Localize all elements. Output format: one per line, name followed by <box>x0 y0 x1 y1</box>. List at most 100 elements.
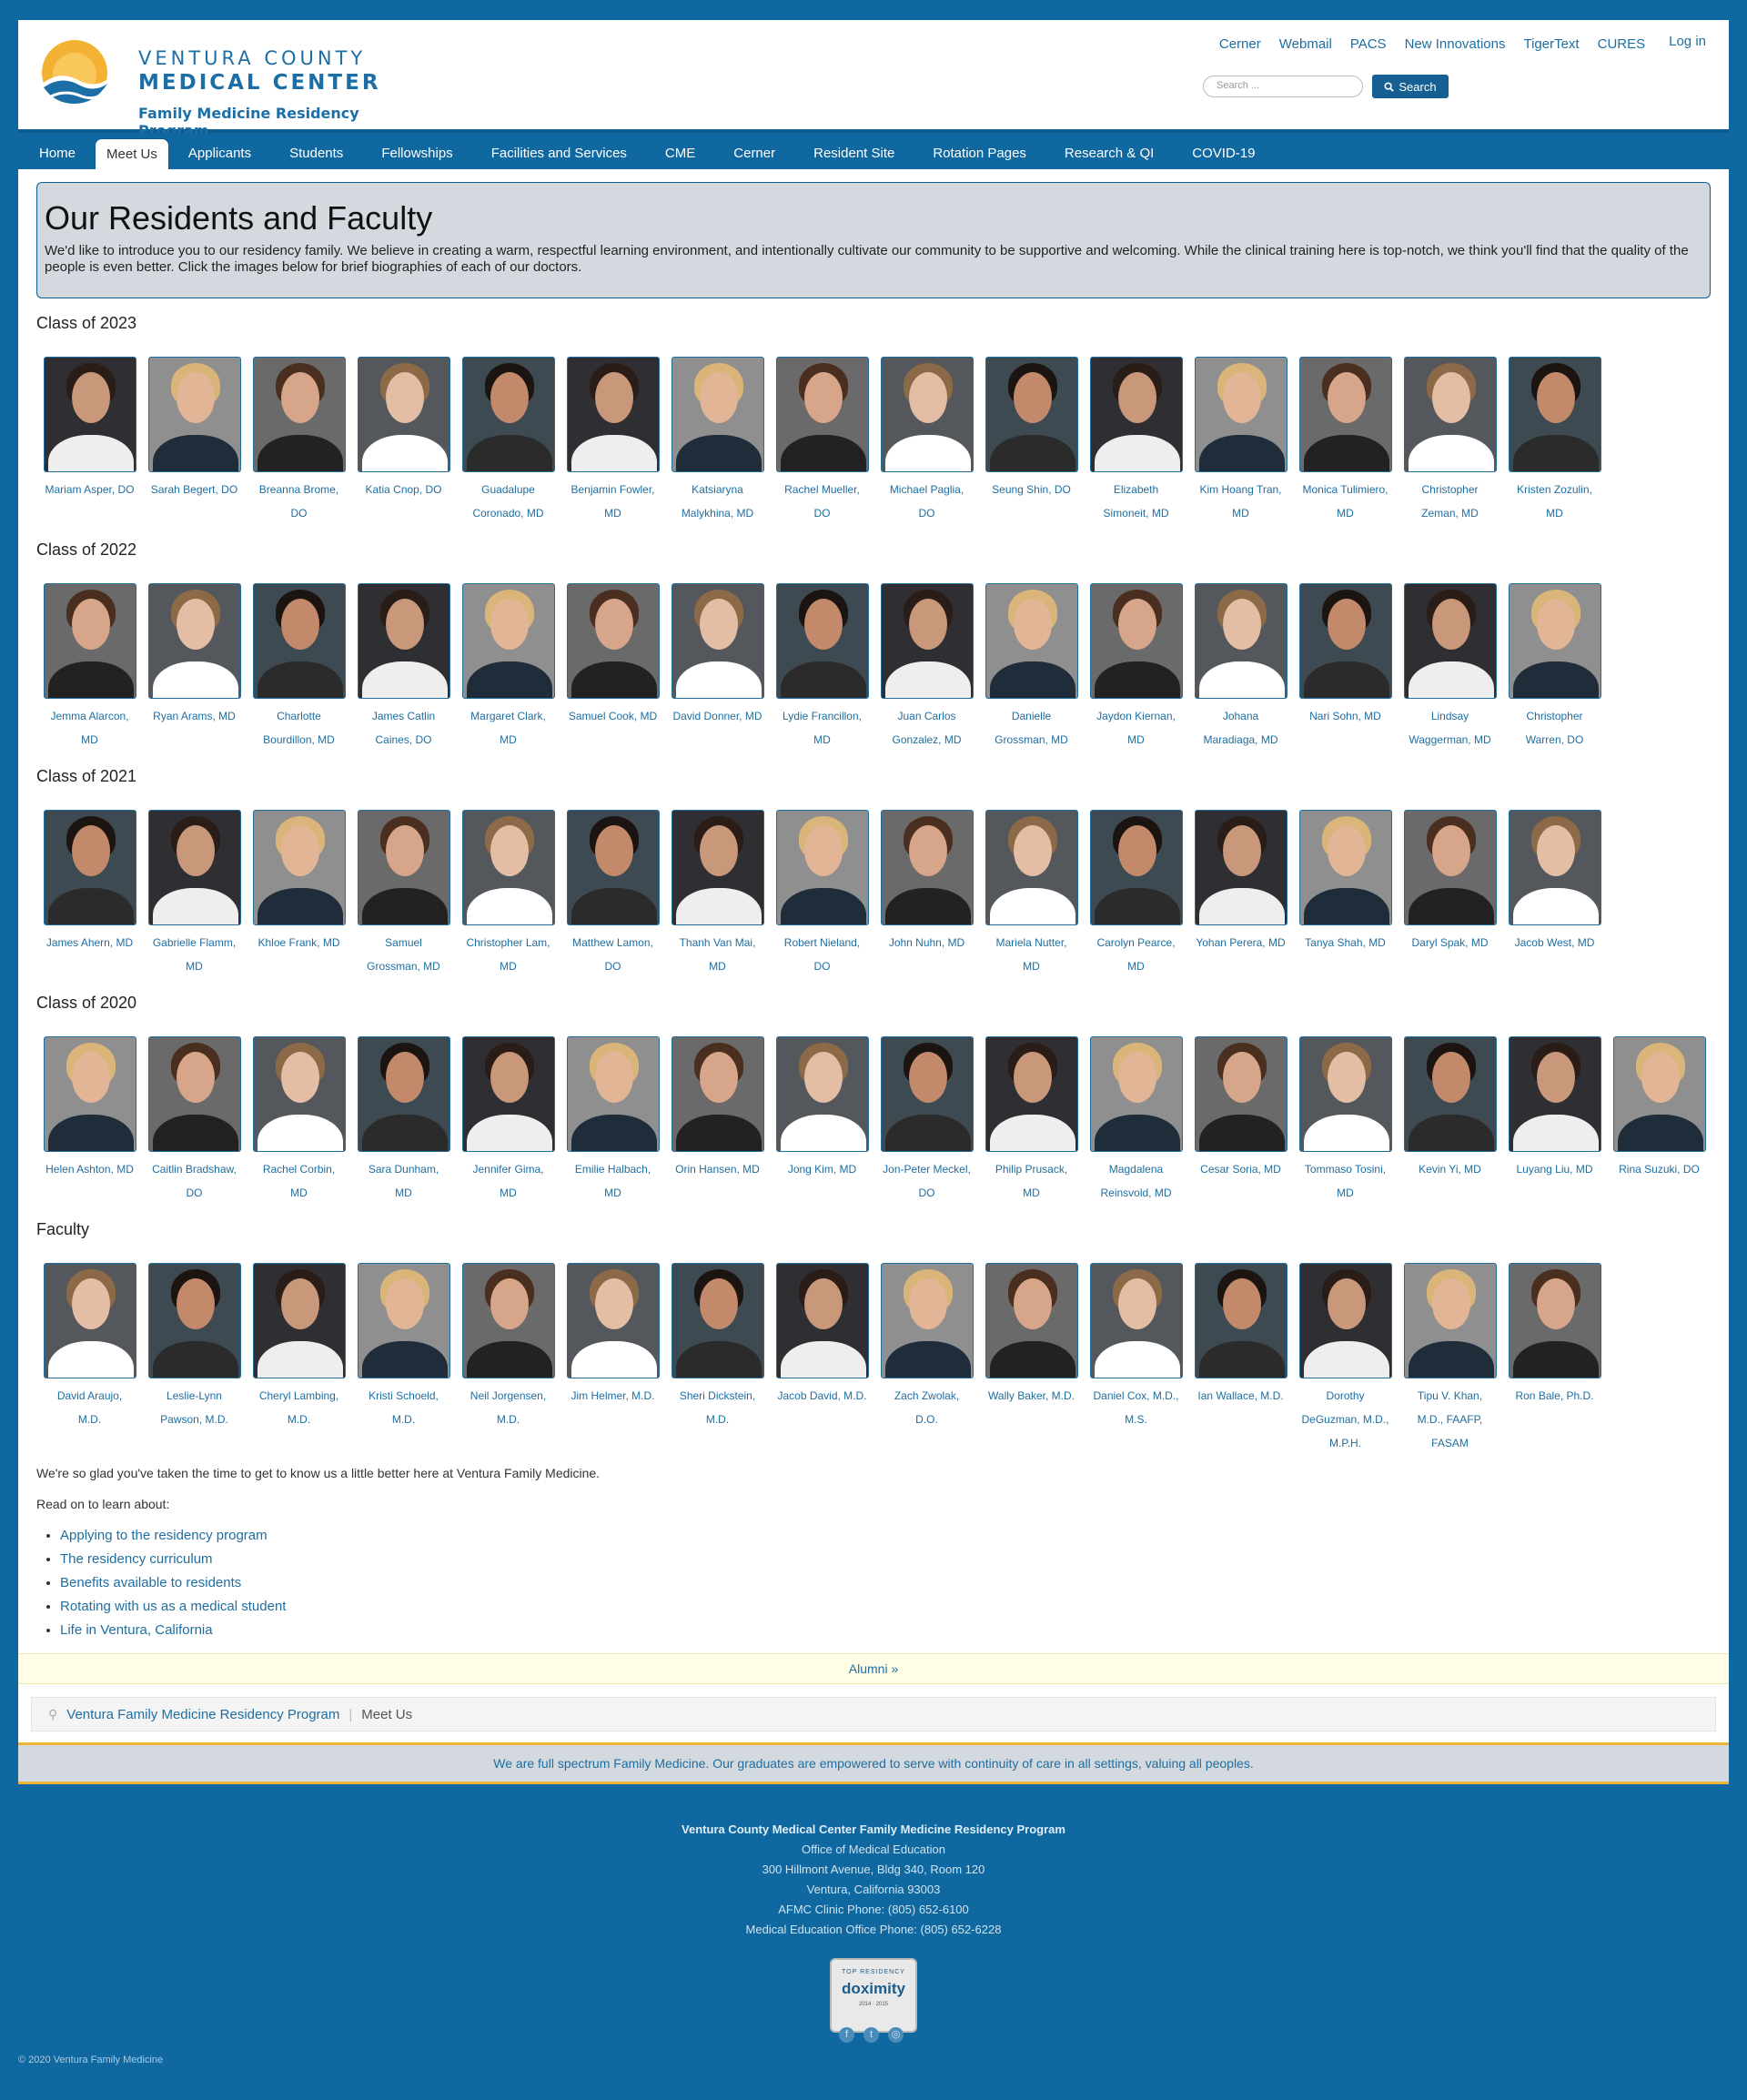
person-card[interactable]: Jacob David, M.D. <box>775 1263 869 1455</box>
person-card[interactable]: Samuel Cook, MD <box>566 583 660 752</box>
person-photo[interactable] <box>1194 1036 1288 1152</box>
person-card[interactable]: Luyang Liu, MD <box>1508 1036 1601 1205</box>
person-card[interactable]: Christopher Warren, DO <box>1508 583 1601 752</box>
person-name[interactable]: John Nuhn, MD <box>880 931 974 954</box>
person-card[interactable]: Sheri Dickstein, M.D. <box>671 1263 764 1455</box>
person-name[interactable]: Katsiaryna Malykhina, MD <box>671 478 764 525</box>
person-photo[interactable] <box>985 810 1078 925</box>
person-card[interactable]: Lindsay Waggerman, MD <box>1403 583 1497 752</box>
person-photo[interactable] <box>1508 357 1601 472</box>
person-photo[interactable] <box>671 810 764 925</box>
nav-item[interactable]: Fellowships <box>362 138 471 169</box>
breadcrumb-root[interactable]: Ventura Family Medicine Residency Progra… <box>66 1707 339 1722</box>
person-name[interactable]: Jennifer Gima, MD <box>461 1157 555 1205</box>
person-photo[interactable] <box>357 810 450 925</box>
person-photo[interactable] <box>985 583 1078 699</box>
person-name[interactable]: Lydie Francillon, MD <box>775 704 869 752</box>
person-name[interactable]: Sarah Begert, DO <box>147 478 241 501</box>
person-name[interactable]: Ian Wallace, M.D. <box>1194 1384 1288 1408</box>
person-card[interactable]: David Donner, MD <box>671 583 764 752</box>
person-photo[interactable] <box>1194 357 1288 472</box>
person-card[interactable]: Jon-Peter Meckel, DO <box>880 1036 974 1205</box>
person-card[interactable]: James Ahern, MD <box>43 810 136 978</box>
alumni-link[interactable]: Alumni » <box>849 1661 898 1676</box>
person-photo[interactable] <box>1508 1036 1601 1152</box>
person-name[interactable]: Thanh Van Mai, MD <box>671 931 764 978</box>
person-photo[interactable] <box>671 357 764 472</box>
instagram-icon[interactable]: ◎ <box>888 2027 904 2043</box>
person-name[interactable]: Guadalupe Coronado, MD <box>461 478 555 525</box>
person-photo[interactable] <box>461 810 555 925</box>
twitter-icon[interactable]: t <box>863 2027 879 2043</box>
person-name[interactable]: Rina Suzuki, DO <box>1612 1157 1706 1181</box>
person-photo[interactable] <box>43 357 136 472</box>
person-photo[interactable] <box>147 1036 241 1152</box>
person-card[interactable]: Philip Prusack, MD <box>985 1036 1078 1205</box>
person-name[interactable]: Jacob David, M.D. <box>775 1384 869 1408</box>
top-link-cures[interactable]: CURES <box>1598 36 1646 52</box>
person-name[interactable]: Jong Kim, MD <box>775 1157 869 1181</box>
nav-item[interactable]: Meet Us <box>95 138 169 169</box>
person-card[interactable]: Juan Carlos Gonzalez, MD <box>880 583 974 752</box>
person-card[interactable]: Lydie Francillon, MD <box>775 583 869 752</box>
nav-item[interactable]: Applicants <box>169 138 270 169</box>
nav-item[interactable]: CME <box>646 138 714 169</box>
nav-item[interactable]: Rotation Pages <box>914 138 1045 169</box>
person-photo[interactable] <box>566 1036 660 1152</box>
doximity-badge[interactable]: TOP RESIDENCY doximity 2014 · 2015 <box>830 1958 917 2033</box>
person-name[interactable]: Margaret Clark, MD <box>461 704 555 752</box>
person-card[interactable]: Daryl Spak, MD <box>1403 810 1497 978</box>
person-photo[interactable] <box>147 357 241 472</box>
search-button[interactable]: Search <box>1372 75 1449 98</box>
person-card[interactable]: Mariam Asper, DO <box>43 357 136 525</box>
nav-item[interactable]: Students <box>270 138 362 169</box>
person-name[interactable]: Christopher Zeman, MD <box>1403 478 1497 525</box>
person-card[interactable]: Michael Paglia, DO <box>880 357 974 525</box>
person-name[interactable]: Helen Ashton, MD <box>43 1157 136 1181</box>
person-photo[interactable] <box>147 583 241 699</box>
person-card[interactable]: Carolyn Pearce, MD <box>1089 810 1183 978</box>
person-photo[interactable] <box>985 1263 1078 1378</box>
person-card[interactable]: James Catlin Caines, DO <box>357 583 450 752</box>
person-photo[interactable] <box>461 583 555 699</box>
person-name[interactable]: Kristi Schoeld, M.D. <box>357 1384 450 1431</box>
person-name[interactable]: David Donner, MD <box>671 704 764 728</box>
person-card[interactable]: Guadalupe Coronado, MD <box>461 357 555 525</box>
person-name[interactable]: Leslie-Lynn Pawson, M.D. <box>147 1384 241 1431</box>
person-name[interactable]: Mariam Asper, DO <box>43 478 136 501</box>
person-card[interactable]: Kristi Schoeld, M.D. <box>357 1263 450 1455</box>
person-photo[interactable] <box>43 1036 136 1152</box>
person-card[interactable]: Danielle Grossman, MD <box>985 583 1078 752</box>
person-photo[interactable] <box>985 1036 1078 1152</box>
person-card[interactable]: Mariela Nutter, MD <box>985 810 1078 978</box>
person-photo[interactable] <box>775 583 869 699</box>
person-photo[interactable] <box>671 1036 764 1152</box>
person-name[interactable]: Khloe Frank, MD <box>252 931 346 954</box>
person-name[interactable]: Monica Tulimiero, MD <box>1298 478 1392 525</box>
facebook-icon[interactable]: f <box>839 2027 854 2043</box>
person-card[interactable]: Kevin Yi, MD <box>1403 1036 1497 1205</box>
person-name[interactable]: Benjamin Fowler, MD <box>566 478 660 525</box>
person-photo[interactable] <box>1298 357 1392 472</box>
person-card[interactable]: Sara Dunham, MD <box>357 1036 450 1205</box>
person-card[interactable]: Yohan Perera, MD <box>1194 810 1288 978</box>
link-life-ventura[interactable]: Life in Ventura, California <box>60 1622 213 1638</box>
person-photo[interactable] <box>1612 1036 1706 1152</box>
person-name[interactable]: Tanya Shah, MD <box>1298 931 1392 954</box>
person-name[interactable]: Yohan Perera, MD <box>1194 931 1288 954</box>
person-name[interactable]: Katia Cnop, DO <box>357 478 450 501</box>
person-card[interactable]: Samuel Grossman, MD <box>357 810 450 978</box>
person-card[interactable]: Cheryl Lambing, M.D. <box>252 1263 346 1455</box>
person-card[interactable]: Christopher Zeman, MD <box>1403 357 1497 525</box>
person-card[interactable]: Rina Suzuki, DO <box>1612 1036 1706 1205</box>
person-name[interactable]: Wally Baker, M.D. <box>985 1384 1078 1408</box>
person-name[interactable]: Ron Bale, Ph.D. <box>1508 1384 1601 1408</box>
person-card[interactable]: Jaydon Kiernan, MD <box>1089 583 1183 752</box>
person-photo[interactable] <box>1089 357 1183 472</box>
person-photo[interactable] <box>1298 1263 1392 1378</box>
person-photo[interactable] <box>671 583 764 699</box>
link-rotating[interactable]: Rotating with us as a medical student <box>60 1599 286 1614</box>
person-name[interactable]: Samuel Grossman, MD <box>357 931 450 978</box>
person-card[interactable]: Katsiaryna Malykhina, MD <box>671 357 764 525</box>
person-photo[interactable] <box>1403 810 1497 925</box>
